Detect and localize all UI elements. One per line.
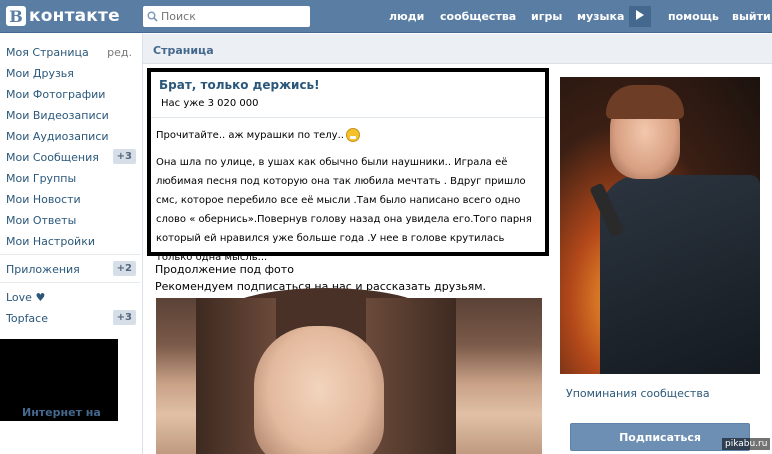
nav-help[interactable]: помощь xyxy=(668,10,719,23)
sidebar-item-label: Мои Настройки xyxy=(6,235,95,248)
nav-games[interactable]: игры xyxy=(531,10,562,23)
sidebar-item-label: Мои Ответы xyxy=(6,214,77,227)
sidebar-item-groups[interactable]: Мои Группы xyxy=(6,172,136,185)
sidebar-item-label: Мои Аудиозаписи xyxy=(6,130,109,143)
vk-logo-text: контакте xyxy=(29,6,120,26)
photo-face xyxy=(254,326,384,454)
sidebar-item-label: Мои Новости xyxy=(6,193,81,206)
sidebar-item-label: Мои Видеозаписи xyxy=(6,109,109,122)
sidebar-item-label: Мои Сообщения xyxy=(6,151,99,164)
sidebar-footer-text: Интернет на xyxy=(22,406,101,419)
apps-count-badge: +2 xyxy=(112,261,136,276)
sidebar-item-messages[interactable]: Мои Сообщения +3 xyxy=(6,149,136,164)
nav-communities[interactable]: сообщества xyxy=(440,10,516,23)
watermark: pikabu.ru xyxy=(722,438,771,450)
photo-body xyxy=(600,175,760,374)
search-input[interactable] xyxy=(161,10,301,23)
sidebar-item-label: Мои Фотографии xyxy=(6,88,106,101)
post-intro: Прочитайте.. аж мурашки по телу.. xyxy=(156,126,542,145)
search-icon xyxy=(143,6,161,27)
sidebar-item-news[interactable]: Мои Новости xyxy=(6,193,136,206)
left-sidebar: Моя Страница ред. Мои Друзья Мои Фотогра… xyxy=(0,34,142,454)
post-header: Брат, только держись! Нас уже 3 020 000 xyxy=(151,72,545,118)
edit-link[interactable]: ред. xyxy=(107,46,132,59)
sidebar-item-label: Topface xyxy=(6,312,48,325)
nav-logout[interactable]: выйти xyxy=(732,10,771,23)
sidebar-divider xyxy=(0,282,140,283)
post-intro-text: Прочитайте.. аж мурашки по телу.. xyxy=(156,130,344,141)
community-mentions-link[interactable]: Упоминания сообщества xyxy=(566,387,710,400)
post-body: Прочитайте.. аж мурашки по телу.. Она шл… xyxy=(156,126,542,267)
topface-count-badge: +3 xyxy=(112,310,136,325)
post-photo[interactable] xyxy=(156,288,542,454)
vk-logo-badge: B xyxy=(6,6,26,26)
vk-page: B контакте люди сообщества игры музыка п… xyxy=(0,0,772,454)
sidebar-item-label: Приложения xyxy=(6,263,80,276)
search-box[interactable] xyxy=(143,6,310,27)
sidebar-item-videos[interactable]: Мои Видеозаписи xyxy=(6,109,136,122)
post-title-link[interactable]: Брат, только держись! xyxy=(159,78,320,92)
sidebar-item-answers[interactable]: Мои Ответы xyxy=(6,214,136,227)
nav-people[interactable]: люди xyxy=(389,10,424,23)
sidebar-item-apps[interactable]: Приложения +2 xyxy=(6,261,136,276)
sidebar-item-my-page[interactable]: Моя Страница ред. xyxy=(6,46,136,59)
sidebar-item-friends[interactable]: Мои Друзья xyxy=(6,67,136,80)
page-title: Страница xyxy=(153,44,214,57)
sidebar-divider xyxy=(0,254,140,255)
play-icon xyxy=(636,10,644,23)
sidebar-item-love[interactable]: Love ♥ xyxy=(6,291,136,304)
sidebar-item-photos[interactable]: Мои Фотографии xyxy=(6,88,136,101)
sidebar-item-topface[interactable]: Topface +3 xyxy=(6,310,136,325)
sidebar-item-audio[interactable]: Мои Аудиозаписи xyxy=(6,130,136,143)
community-avatar-photo[interactable] xyxy=(560,77,760,374)
sidebar-item-label: Love ♥ xyxy=(6,291,46,304)
page-header: Страница xyxy=(143,34,772,64)
messages-count-badge: +3 xyxy=(112,149,136,164)
nav-music[interactable]: музыка xyxy=(577,10,624,23)
post-text: Она шла по улице, в ушах как обычно были… xyxy=(156,157,532,263)
play-button[interactable] xyxy=(629,6,651,27)
sidebar-item-label: Мои Группы xyxy=(6,172,77,185)
sidebar-item-label: Моя Страница xyxy=(6,46,89,59)
vk-logo[interactable]: B контакте xyxy=(6,6,120,26)
top-bar: B контакте люди сообщества игры музыка п… xyxy=(0,0,772,33)
post-card: Брат, только держись! Нас уже 3 020 000 … xyxy=(147,68,549,263)
sidebar-item-settings[interactable]: Мои Настройки xyxy=(6,235,136,248)
smile-emoji-icon xyxy=(345,128,360,142)
continuation-text: Продолжение под фото xyxy=(155,263,294,276)
sidebar-item-label: Мои Друзья xyxy=(6,67,74,80)
photo-hair xyxy=(606,85,684,119)
post-subtitle: Нас уже 3 020 000 xyxy=(161,98,259,109)
